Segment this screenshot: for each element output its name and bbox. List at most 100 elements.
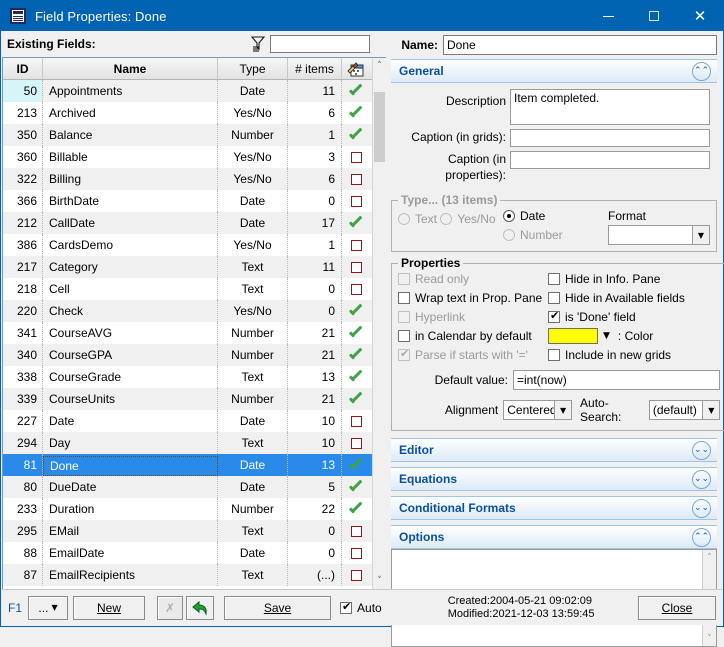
scroll-down-icon[interactable]: ˅ xyxy=(373,573,386,589)
scroll-down-icon[interactable]: ˅ xyxy=(703,631,716,646)
section-header-conditional-formats[interactable]: Conditional Formats ⌄⌄ xyxy=(391,496,717,520)
table-row[interactable]: 360 Billable Yes/No 3 xyxy=(3,146,372,168)
table-row[interactable]: 220 Check Yes/No 0 xyxy=(3,300,372,322)
auto-checkbox[interactable]: Auto xyxy=(340,601,382,615)
column-header-name[interactable]: Name xyxy=(43,58,218,79)
checkbox-hide-available-fields[interactable]: Hide in Available fields xyxy=(548,291,685,305)
scroll-up-icon[interactable]: ˄ xyxy=(703,550,716,565)
checkbox-read-only[interactable]: Read only xyxy=(398,272,469,286)
checkbox-in-calendar[interactable]: in Calendar by default xyxy=(398,329,532,343)
chevron-down-icon[interactable]: ▼ xyxy=(702,401,720,419)
undo-button[interactable] xyxy=(186,595,215,620)
filter-icon[interactable] xyxy=(248,34,268,54)
auto-search-combo[interactable]: (default) ▼ xyxy=(648,400,721,420)
table-row[interactable]: 217 Category Text 11 xyxy=(3,256,372,278)
table-row[interactable]: 218 Cell Text 0 xyxy=(3,278,372,300)
chevron-down-icon[interactable]: ⌄⌄ xyxy=(692,470,711,489)
checkbox-parse-if-starts[interactable]: Parse if starts with '=' xyxy=(398,348,528,362)
cell-checkbox[interactable] xyxy=(342,520,370,542)
cell-checkbox[interactable] xyxy=(342,322,370,344)
cell-checkbox[interactable] xyxy=(342,454,370,476)
chevron-up-icon[interactable]: ⌃⌃ xyxy=(692,528,711,547)
radio-type-yesno[interactable]: Yes/No xyxy=(440,212,496,226)
column-header-items[interactable]: # items xyxy=(288,58,342,79)
checkbox-include-new-grids[interactable]: Include in new grids xyxy=(548,348,671,362)
table-row[interactable]: 386 CardsDemo Yes/No 1 xyxy=(3,234,372,256)
cell-checkbox[interactable] xyxy=(342,476,370,498)
table-row[interactable]: 213 Archived Yes/No 6 xyxy=(3,102,372,124)
cell-checkbox[interactable] xyxy=(342,366,370,388)
cell-checkbox[interactable] xyxy=(342,256,370,278)
checkbox-hide-info-pane[interactable]: Hide in Info. Pane xyxy=(548,272,660,286)
filter-input[interactable] xyxy=(270,35,370,53)
caption-properties-input[interactable] xyxy=(510,151,710,169)
table-row[interactable]: 87 EmailRecipients Text (...) xyxy=(3,564,372,586)
table-row[interactable]: 350 Balance Number 1 xyxy=(3,124,372,146)
radio-type-date[interactable]: Date xyxy=(503,209,545,223)
cell-checkbox[interactable] xyxy=(342,300,370,322)
scroll-up-icon[interactable]: ˄ xyxy=(373,58,386,74)
section-header-general[interactable]: General ⌃⌃ xyxy=(391,59,717,83)
chevron-down-icon[interactable]: ⌄⌄ xyxy=(692,499,711,518)
cell-checkbox[interactable] xyxy=(342,190,370,212)
cell-checkbox[interactable] xyxy=(342,168,370,190)
color-swatch[interactable] xyxy=(548,328,598,344)
save-button[interactable]: Save xyxy=(224,595,332,620)
cell-checkbox[interactable] xyxy=(342,344,370,366)
cell-checkbox[interactable] xyxy=(342,542,370,564)
caption-grids-input[interactable] xyxy=(510,129,710,147)
table-row[interactable]: 81 Done Date 13 xyxy=(3,454,372,476)
radio-type-text[interactable]: Text xyxy=(398,212,437,226)
table-row[interactable]: 227 Date Date 10 xyxy=(3,410,372,432)
table-row[interactable]: 80 DueDate Date 5 xyxy=(3,476,372,498)
section-header-equations[interactable]: Equations ⌄⌄ xyxy=(391,467,717,491)
table-row[interactable]: 212 CallDate Date 17 xyxy=(3,212,372,234)
table-row[interactable]: 338 CourseGrade Text 13 xyxy=(3,366,372,388)
table-row[interactable]: 295 EMail Text 0 xyxy=(3,520,372,542)
checkbox-is-done-field[interactable]: is 'Done' field xyxy=(548,310,636,324)
chevron-down-icon[interactable]: ▼ xyxy=(554,401,572,419)
table-row[interactable]: 233 Duration Number 22 xyxy=(3,498,372,520)
checkbox-hyperlink[interactable]: Hyperlink xyxy=(398,310,465,324)
cell-checkbox[interactable] xyxy=(342,388,370,410)
grid-vertical-scrollbar[interactable]: ˄ ˅ xyxy=(372,58,386,589)
close-button[interactable]: Close xyxy=(638,595,716,620)
chevron-up-icon[interactable]: ⌃⌃ xyxy=(692,62,711,81)
table-row[interactable]: 88 EmailDate Date 0 xyxy=(3,542,372,564)
chevron-down-icon[interactable]: ▼ xyxy=(603,331,610,341)
new-button[interactable]: New xyxy=(73,595,146,620)
cell-checkbox[interactable] xyxy=(342,102,370,124)
description-input[interactable]: Item completed. xyxy=(510,89,710,125)
more-button[interactable]: ... ▼ xyxy=(28,595,69,620)
cell-checkbox[interactable] xyxy=(342,212,370,234)
cell-checkbox[interactable] xyxy=(342,410,370,432)
alignment-combo[interactable]: Centered ▼ xyxy=(503,400,573,420)
table-row[interactable]: 341 CourseAVG Number 21 xyxy=(3,322,372,344)
cell-checkbox[interactable] xyxy=(342,80,370,102)
table-row[interactable]: 340 CourseGPA Number 21 xyxy=(3,344,372,366)
column-header-id[interactable]: ID xyxy=(3,58,43,79)
cell-checkbox[interactable] xyxy=(342,432,370,454)
cell-checkbox[interactable] xyxy=(342,146,370,168)
format-combo[interactable]: ▼ xyxy=(608,225,710,245)
chevron-down-icon[interactable]: ▼ xyxy=(692,226,709,244)
table-row[interactable]: 339 CourseUnits Number 21 xyxy=(3,388,372,410)
cell-checkbox[interactable] xyxy=(342,564,370,586)
chevron-down-icon[interactable]: ⌄⌄ xyxy=(692,441,711,460)
name-input[interactable] xyxy=(443,35,717,55)
maximize-button[interactable] xyxy=(631,1,677,31)
cell-checkbox[interactable] xyxy=(342,278,370,300)
column-header-stamp-icon[interactable] xyxy=(342,58,370,79)
checkbox-wrap-text[interactable]: Wrap text in Prop. Pane xyxy=(398,291,542,305)
close-icon[interactable]: ✕ xyxy=(677,1,723,31)
cell-checkbox[interactable] xyxy=(342,124,370,146)
scrollbar-thumb[interactable] xyxy=(374,92,385,162)
cell-checkbox[interactable] xyxy=(342,498,370,520)
section-header-editor[interactable]: Editor ⌄⌄ xyxy=(391,438,717,462)
column-header-type[interactable]: Type xyxy=(218,58,288,79)
table-row[interactable]: 50 Appointments Date 11 xyxy=(3,80,372,102)
minimize-button[interactable] xyxy=(585,1,631,31)
table-row[interactable]: 294 Day Text 10 xyxy=(3,432,372,454)
default-value-input[interactable]: =int(now) xyxy=(513,370,721,390)
section-header-options[interactable]: Options ⌃⌃ xyxy=(391,525,717,549)
